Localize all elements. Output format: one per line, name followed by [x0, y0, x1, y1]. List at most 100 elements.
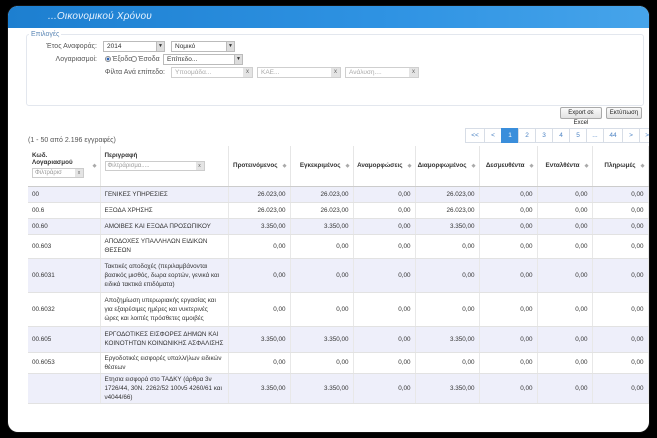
cell-paid: 0,00 — [592, 202, 649, 219]
table-header-row: Κωδ. Λογαριασμού Φιλτράρισ x ◆ Περιγραφή … — [28, 146, 649, 187]
cell-code: 00 — [28, 186, 101, 203]
kae-input[interactable]: ΚΑΕ... x — [257, 67, 341, 78]
sort-icon: ◆ — [345, 163, 350, 169]
cell-reserved: 0,00 — [353, 292, 416, 327]
sort-icon: ◆ — [407, 163, 412, 169]
cell-formed: 26.023,00 — [415, 202, 480, 219]
table-row[interactable]: Ετησια εισφορά στο ΤΑΔΚΥ (άρθρα 3ν 1726/… — [28, 373, 649, 404]
header-ordered[interactable]: Ενταλθέντα ◆ — [537, 146, 593, 187]
record-count: (1 - 50 από 2.196 εγγραφές) — [28, 137, 116, 144]
analysis-input[interactable]: Ανάλυση.... x — [345, 67, 419, 78]
page-2-button[interactable]: 2 — [518, 128, 536, 143]
level-select[interactable]: Επίπεδο... ▼ — [163, 54, 243, 65]
page-1-button[interactable]: 1 — [501, 128, 519, 143]
cell-proposed: 3.350,00 — [228, 326, 291, 353]
header-reserved[interactable]: Αναμορφώσεις ◆ — [353, 146, 416, 187]
header-paid[interactable]: Πληρωμές ◆ — [592, 146, 649, 187]
cell-paid: 0,00 — [592, 373, 649, 404]
header-formed[interactable]: Διαμορφωμένος ◆ — [415, 146, 480, 187]
code-filter-input[interactable]: Φιλτράρισ x — [32, 168, 84, 178]
cell-committed: 0,00 — [479, 352, 538, 374]
cell-ordered: 0,00 — [537, 234, 593, 259]
clear-icon[interactable]: x — [409, 68, 418, 77]
table-row[interactable]: 00.6 ΕΞΟΔΑ ΧΡΗΣΗΣ 26.023,00 26.023,00 0,00 26… — [28, 202, 649, 219]
cell-description: ΑΜΟΙΒΕΣ ΚΑΙ ΕΞΟΔΑ ΠΡΟΣΩΠΙΚΟΥ — [100, 218, 229, 235]
cell-formed: 3.350,00 — [415, 373, 480, 404]
table-row[interactable]: 00 ΓΕΝΙΚΕΣ ΥΠΗΡΕΣΙΕΣ 26.023,00 26.023,00 0,0… — [28, 186, 649, 203]
prev-page-button[interactable]: < — [484, 128, 502, 143]
header-proposed[interactable]: Προτεινόμενος ◆ — [228, 146, 291, 187]
cell-approved: 0,00 — [290, 258, 354, 293]
cell-committed: 0,00 — [479, 186, 538, 203]
cell-description: ΓΕΝΙΚΕΣ ΥΠΗΡΕΣΙΕΣ — [100, 186, 229, 203]
print-button[interactable]: Εκτύπωση — [606, 107, 642, 119]
cell-description: ΕΡΓΟΔΟΤΙΚΕΣ ΕΙΣΦΟΡΕΣ ΔΗΜΩΝ ΚΑΙ ΚΟΙΝΟΤΗΤΩ… — [100, 326, 229, 353]
table-body: 00 ΓΕΝΙΚΕΣ ΥΠΗΡΕΣΙΕΣ 26.023,00 26.023,00 0,0… — [28, 186, 649, 404]
header-approved[interactable]: Εγκεκριμένος ◆ — [290, 146, 354, 187]
next-page-button[interactable]: > — [622, 128, 640, 143]
table-row[interactable]: 00.605 ΕΡΓΟΔΟΤΙΚΕΣ ΕΙΣΦΟΡΕΣ ΔΗΜΩΝ ΚΑΙ ΚΟΙ… — [28, 326, 649, 353]
sort-icon: ◆ — [92, 163, 97, 169]
table-row[interactable]: 00.603 ΑΠΟΔΟΧΕΣ ΥΠΑΛΛΗΛΩΝ ΕΙΔΙΚΩΝ ΘΕΣΕΩΝ 0… — [28, 234, 649, 259]
cell-proposed: 0,00 — [228, 258, 291, 293]
year-select[interactable]: 2014 ▼ — [103, 41, 165, 52]
cell-formed: 3.350,00 — [415, 326, 480, 353]
header-committed[interactable]: Δεσμευθέντα ◆ — [479, 146, 538, 187]
header-desc[interactable]: Περιγραφή Φιλτράρισμα..... x — [100, 146, 229, 187]
radio-on-icon — [105, 56, 111, 63]
header-code[interactable]: Κωδ. Λογαριασμού Φιλτράρισ x ◆ — [28, 146, 101, 187]
radio-income[interactable]: Έσοδα — [131, 56, 160, 63]
clear-icon[interactable]: x — [75, 169, 83, 177]
cell-formed: 0,00 — [415, 352, 480, 374]
radio-expenses[interactable]: Έξοδα — [105, 56, 132, 63]
sort-icon: ◆ — [282, 163, 287, 169]
cell-reserved: 0,00 — [353, 326, 416, 353]
table-row[interactable]: 00.6032 Αποζημίωση υπερωριακής εργασίας κ… — [28, 292, 649, 327]
cell-proposed: 0,00 — [228, 352, 291, 374]
desc-filter-input[interactable]: Φιλτράρισμα..... x — [104, 161, 205, 171]
cell-formed: 26.023,00 — [415, 186, 480, 203]
clear-icon[interactable]: x — [331, 68, 340, 77]
cell-committed: 0,00 — [479, 292, 538, 327]
level-filter-row: Φίλτα Ανά επίπεδο: Υποομάδα... x ΚΑΕ... x … — [27, 67, 627, 79]
cell-formed: 0,00 — [415, 258, 480, 293]
cell-ordered: 0,00 — [537, 352, 593, 374]
cell-approved: 3.350,00 — [290, 326, 354, 353]
cell-committed: 0,00 — [479, 373, 538, 404]
cell-proposed: 26.023,00 — [228, 202, 291, 219]
year-row: Έτος Αναφοράς: 2014 ▼ Νομικό ▼ — [27, 41, 627, 53]
export-excel-button[interactable]: Export σε Excel — [560, 107, 602, 126]
clear-icon[interactable]: x — [195, 162, 204, 170]
cell-code: 00.603 — [28, 234, 101, 259]
type-select[interactable]: Νομικό ▼ — [171, 41, 235, 52]
cell-code: 00.6032 — [28, 292, 101, 327]
page-3-button[interactable]: 3 — [535, 128, 553, 143]
sort-icon: ◆ — [529, 163, 534, 169]
subgroup-input[interactable]: Υποομάδα... x — [171, 67, 253, 78]
cell-paid: 0,00 — [592, 352, 649, 374]
cell-description: ΕΞΟΔΑ ΧΡΗΣΗΣ — [100, 202, 229, 219]
first-page-button[interactable]: << — [465, 128, 485, 143]
cell-committed: 0,00 — [479, 218, 538, 235]
table-row[interactable]: 00.6031 Τακτικές αποδοχές (περιλαμβάνοντα… — [28, 258, 649, 293]
table-row[interactable]: 00.60 ΑΜΟΙΒΕΣ ΚΑΙ ΕΞΟΔΑ ΠΡΟΣΩΠΙΚΟΥ 3.350,0… — [28, 218, 649, 235]
filters-panel: Επιλογές Έτος Αναφοράς: 2014 ▼ Νομικό ▼ Λο… — [26, 31, 644, 106]
table-row[interactable]: 00.6053 Εργοδοτικές εισφορές υπαλλήλων ει… — [28, 352, 649, 374]
cell-committed: 0,00 — [479, 202, 538, 219]
cell-formed: 0,00 — [415, 292, 480, 327]
app-window: ...Οικονομικού Χρόνου Επιλογές Έτος Αναφ… — [8, 6, 649, 432]
chevron-down-icon: ▼ — [156, 42, 164, 51]
filters-legend: Επιλογές — [29, 31, 62, 38]
cell-ordered: 0,00 — [537, 218, 593, 235]
clear-icon[interactable]: x — [243, 68, 252, 77]
cell-code: 00.605 — [28, 326, 101, 353]
accounts-row: Λογαριασμοί: Έξοδα Έσοδα Επίπεδο... ▼ — [27, 54, 627, 66]
page-5-button[interactable]: 5 — [569, 128, 587, 143]
last-page-button[interactable]: >> — [639, 128, 649, 143]
cell-approved: 26.023,00 — [290, 202, 354, 219]
level-filter-label: Φίλτα Ανά επίπεδο: — [104, 69, 165, 76]
page-44-button[interactable]: 44 — [603, 128, 623, 143]
page-4-button[interactable]: 4 — [552, 128, 570, 143]
cell-paid: 0,00 — [592, 326, 649, 353]
budget-table: Κωδ. Λογαριασμού Φιλτράρισ x ◆ Περιγραφή … — [28, 146, 649, 404]
